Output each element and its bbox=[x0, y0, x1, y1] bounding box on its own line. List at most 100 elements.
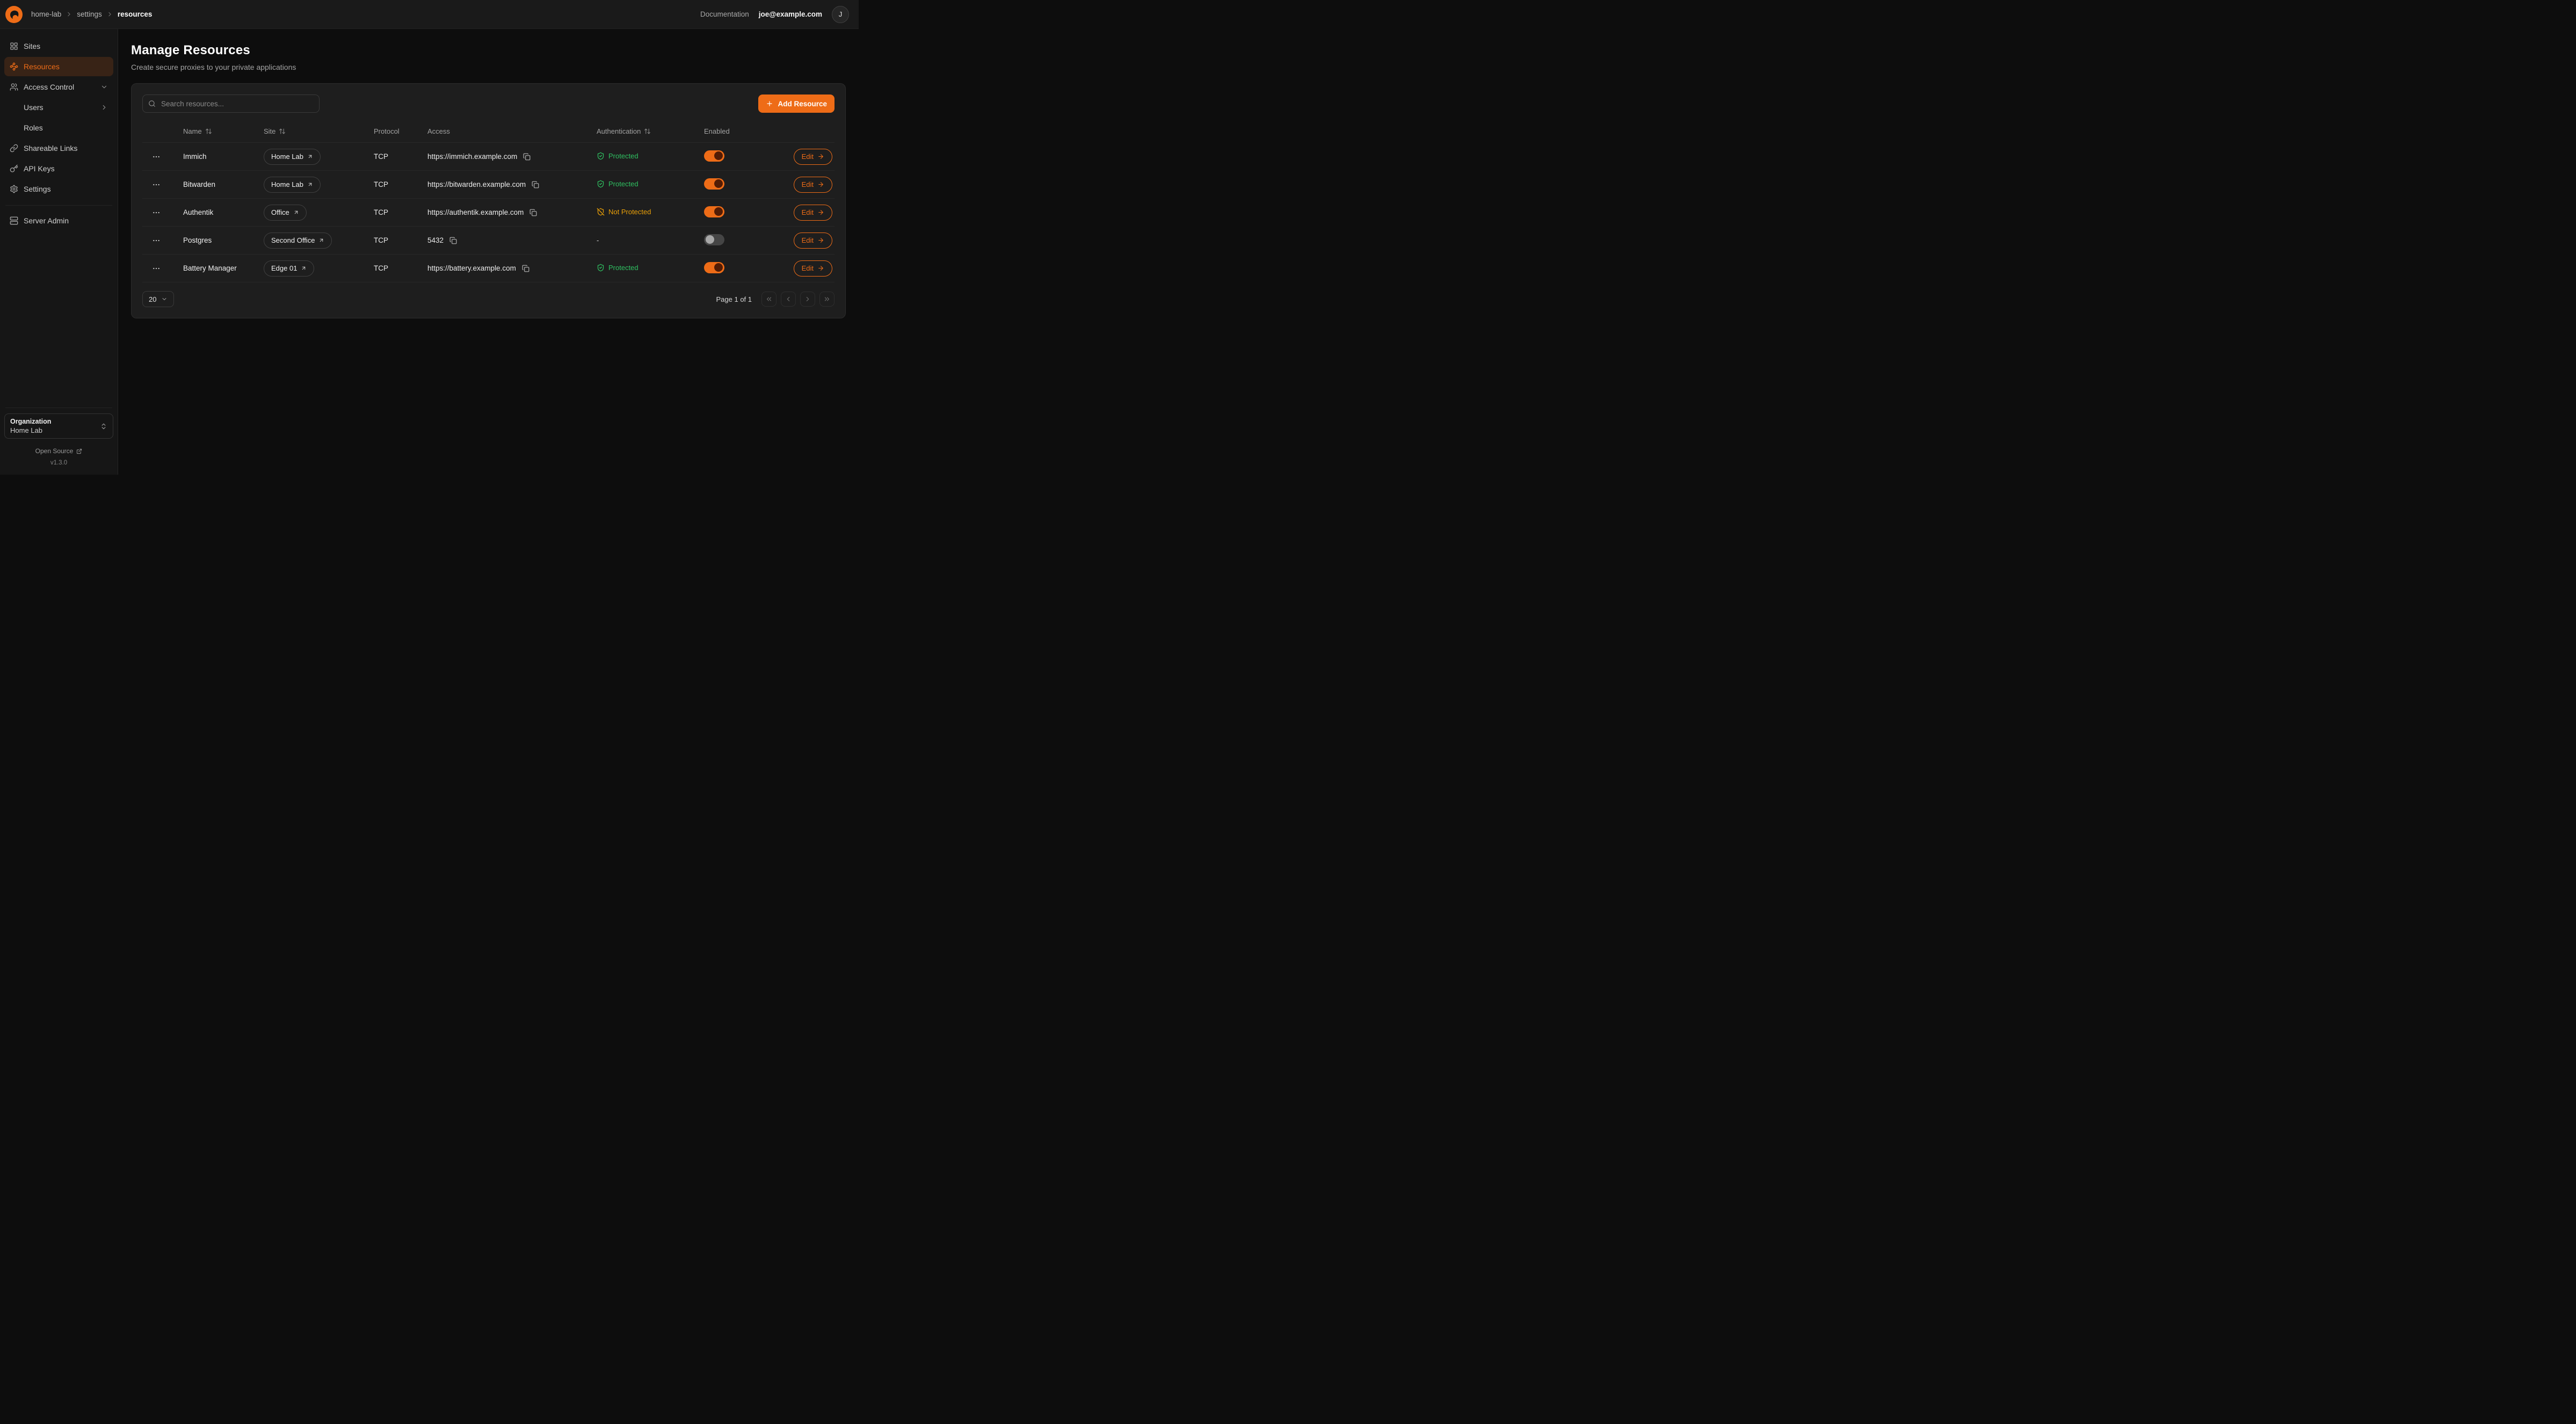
copy-icon bbox=[449, 237, 457, 244]
sidebar-item-shareable-links[interactable]: Shareable Links bbox=[4, 139, 113, 158]
waypoints-icon bbox=[10, 62, 18, 71]
chevron-right-icon bbox=[66, 11, 72, 18]
auth-label: Protected bbox=[608, 264, 638, 272]
auth-label: Protected bbox=[608, 152, 638, 160]
enabled-toggle[interactable] bbox=[704, 178, 724, 190]
copy-button[interactable] bbox=[531, 180, 540, 190]
edit-button[interactable]: Edit bbox=[794, 233, 832, 249]
access-url: https://authentik.example.com bbox=[427, 208, 524, 216]
open-source-link[interactable]: Open Source bbox=[4, 447, 113, 455]
copy-button[interactable] bbox=[448, 236, 458, 245]
layout-grid-icon bbox=[10, 42, 18, 50]
site-name: Office bbox=[271, 208, 289, 216]
organization-switcher[interactable]: Organization Home Lab bbox=[4, 413, 113, 439]
column-header-site[interactable]: Site bbox=[264, 127, 374, 135]
sidebar-item-resources[interactable]: Resources bbox=[4, 57, 113, 76]
site-link-button[interactable]: Office bbox=[264, 205, 307, 221]
arrow-up-right-icon bbox=[307, 154, 313, 159]
copy-button[interactable] bbox=[521, 264, 531, 273]
sidebar-item-label: Settings bbox=[24, 185, 51, 193]
site-link-button[interactable]: Edge 01 bbox=[264, 260, 314, 277]
sort-icon bbox=[279, 128, 286, 135]
resource-name: Battery Manager bbox=[183, 264, 264, 272]
chevron-down-icon bbox=[161, 296, 168, 302]
add-resource-button[interactable]: Add Resource bbox=[758, 95, 835, 113]
enabled-toggle[interactable] bbox=[704, 206, 724, 217]
site-link-button[interactable]: Home Lab bbox=[264, 177, 321, 193]
users-icon bbox=[10, 83, 18, 91]
sidebar-item-api-keys[interactable]: API Keys bbox=[4, 159, 113, 178]
resource-name: Bitwarden bbox=[183, 180, 264, 188]
table-toolbar: Add Resource bbox=[142, 95, 835, 113]
page-size-select[interactable]: 20 bbox=[142, 291, 174, 307]
enabled-toggle[interactable] bbox=[704, 262, 724, 273]
breadcrumb-org[interactable]: home-lab bbox=[31, 10, 61, 18]
search-input[interactable] bbox=[160, 99, 314, 108]
sidebar-item-access-control[interactable]: Access Control bbox=[4, 77, 113, 97]
column-header-access: Access bbox=[427, 127, 597, 135]
previous-page-button[interactable] bbox=[781, 292, 796, 307]
copy-icon bbox=[532, 181, 539, 188]
external-link-icon bbox=[76, 448, 82, 454]
copy-button[interactable] bbox=[522, 152, 532, 162]
arrow-right-icon bbox=[817, 209, 824, 216]
column-header-name[interactable]: Name bbox=[183, 127, 264, 135]
page-info: Page 1 of 1 bbox=[716, 295, 752, 303]
edit-button[interactable]: Edit bbox=[794, 205, 832, 221]
pagination: 20 Page 1 of 1 bbox=[142, 291, 835, 307]
column-header-authentication[interactable]: Authentication bbox=[597, 127, 704, 135]
topbar-right: Documentation joe@example.com J bbox=[700, 6, 849, 23]
sidebar: Sites Resources Access Control Users Rol bbox=[0, 29, 118, 475]
documentation-link[interactable]: Documentation bbox=[700, 10, 749, 18]
arrow-up-right-icon bbox=[301, 265, 307, 271]
auth-status: - bbox=[597, 236, 599, 244]
user-avatar-button[interactable]: J bbox=[832, 6, 849, 23]
sidebar-item-users[interactable]: Users bbox=[4, 98, 113, 117]
edit-label: Edit bbox=[802, 152, 814, 161]
copy-button[interactable] bbox=[528, 208, 538, 217]
column-label: Authentication bbox=[597, 127, 641, 135]
sidebar-item-server-admin[interactable]: Server Admin bbox=[4, 211, 113, 230]
shield-check-icon bbox=[597, 152, 605, 160]
column-label: Site bbox=[264, 127, 275, 135]
app-logo-icon[interactable] bbox=[5, 6, 23, 23]
row-menu-button[interactable] bbox=[150, 262, 163, 275]
site-link-button[interactable]: Second Office bbox=[264, 233, 332, 249]
topbar: home-lab settings resources Documentatio… bbox=[0, 0, 859, 29]
last-page-button[interactable] bbox=[819, 292, 835, 307]
edit-button[interactable]: Edit bbox=[794, 260, 832, 277]
sidebar-item-roles[interactable]: Roles bbox=[4, 118, 113, 137]
add-resource-label: Add Resource bbox=[778, 100, 827, 108]
chevrons-left-icon bbox=[765, 295, 773, 303]
organization-text: Organization Home Lab bbox=[10, 418, 51, 434]
table-row: Postgres Second Office TCP 5432 - bbox=[142, 227, 835, 255]
access-url: https://immich.example.com bbox=[427, 152, 517, 161]
table-row: Authentik Office TCP https://authentik.e… bbox=[142, 199, 835, 227]
app-version: v1.3.0 bbox=[4, 460, 113, 466]
table-header: Name Site Protocol Access Authentication bbox=[142, 120, 835, 143]
site-link-button[interactable]: Home Lab bbox=[264, 149, 321, 165]
enabled-toggle[interactable] bbox=[704, 150, 724, 162]
row-menu-button[interactable] bbox=[150, 206, 163, 219]
row-menu-button[interactable] bbox=[150, 234, 163, 247]
access-url: 5432 bbox=[427, 236, 444, 244]
auth-status: Protected bbox=[597, 152, 638, 160]
row-menu-button[interactable] bbox=[150, 150, 163, 163]
page-title: Manage Resources bbox=[131, 43, 846, 58]
sidebar-item-settings[interactable]: Settings bbox=[4, 179, 113, 199]
column-label: Name bbox=[183, 127, 202, 135]
sidebar-item-label: Resources bbox=[24, 62, 60, 71]
first-page-button[interactable] bbox=[761, 292, 777, 307]
shield-check-icon bbox=[597, 180, 605, 188]
breadcrumb-settings[interactable]: settings bbox=[77, 10, 102, 18]
sidebar-item-sites[interactable]: Sites bbox=[4, 37, 113, 56]
row-menu-button[interactable] bbox=[150, 178, 163, 191]
edit-button[interactable]: Edit bbox=[794, 177, 832, 193]
shield-off-icon bbox=[597, 208, 605, 216]
breadcrumb: home-lab settings resources bbox=[31, 10, 152, 18]
enabled-toggle[interactable] bbox=[704, 234, 724, 245]
table-row: Battery Manager Edge 01 TCP https://batt… bbox=[142, 255, 835, 282]
next-page-button[interactable] bbox=[800, 292, 815, 307]
edit-button[interactable]: Edit bbox=[794, 149, 832, 165]
sort-icon bbox=[644, 128, 651, 135]
